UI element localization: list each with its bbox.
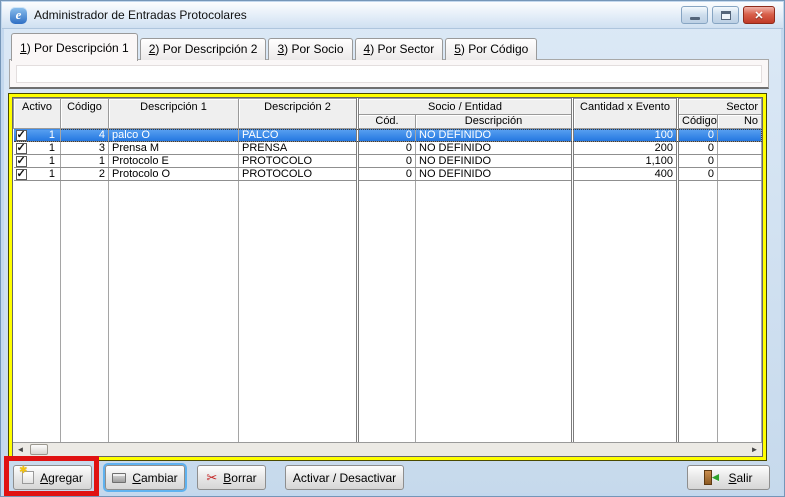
tab-page-panel	[9, 59, 769, 89]
cell-codigo: 1	[61, 155, 109, 168]
cell-socio-descripcion: NO DEFINIDO	[416, 155, 573, 168]
cell-descripcion-1: Protocolo O	[109, 168, 239, 181]
grid-body[interactable]: Activo Código Descripción 1 Descripción …	[13, 98, 762, 442]
cell-cantidad: 200	[573, 142, 678, 155]
cell-activo: ✓ 1	[14, 155, 61, 168]
borrar-label: Borrar	[223, 471, 256, 485]
cell-activo: ✓ 1	[14, 142, 61, 155]
col-header-cantidad-evento: Cantidad x Evento	[573, 99, 678, 129]
exit-door-icon: ◄	[704, 470, 722, 485]
cell-sector-no	[718, 168, 762, 181]
salir-label: Salir	[728, 471, 752, 485]
close-icon: ✕	[754, 9, 763, 22]
activar-desactivar-button[interactable]: Activar / Desactivar	[285, 465, 404, 490]
col-header-activo: Activo	[14, 99, 61, 129]
cell-descripcion-2: PROTOCOLO	[239, 155, 358, 168]
col-header-descripcion-2: Descripción 2	[239, 99, 358, 129]
tab-por-socio[interactable]: 3) Por Socio	[268, 38, 352, 60]
cambiar-label: Cambiar	[132, 471, 177, 485]
col-group-sector: Sector	[678, 99, 762, 115]
minimize-icon	[690, 17, 700, 20]
cell-socio-cod: 0	[358, 129, 416, 142]
cell-descripcion-2: PALCO	[239, 129, 358, 142]
cell-cantidad: 400	[573, 168, 678, 181]
tab-por-descripcion-2[interactable]: 2) Por Descripción 2	[140, 38, 267, 60]
checkbox-checked-icon[interactable]: ✓	[16, 130, 27, 141]
scroll-left-icon[interactable]: ◄	[14, 444, 27, 456]
scroll-right-icon[interactable]: ►	[748, 444, 761, 456]
cell-socio-cod: 0	[358, 142, 416, 155]
col-header-sector-no: No	[718, 115, 762, 129]
salir-button[interactable]: ◄ Salir	[687, 465, 770, 490]
maximize-button[interactable]	[712, 6, 739, 24]
cell-socio-descripcion: NO DEFINIDO	[416, 129, 573, 142]
checkbox-checked-icon[interactable]: ✓	[16, 169, 27, 180]
col-header-codigo: Código	[61, 99, 109, 129]
app-icon: e	[10, 7, 27, 24]
tab-bar: 1) Por Descripción 1 2) Por Descripción …	[11, 33, 539, 60]
col-group-socio-entidad: Socio / Entidad	[358, 99, 573, 115]
col-header-sector-codigo: Código	[678, 115, 718, 129]
table-row[interactable]: ✓ 1 2 Protocolo O PROTOCOLO 0 NO DEFINID…	[14, 168, 762, 181]
cell-codigo: 3	[61, 142, 109, 155]
cell-sector-no	[718, 142, 762, 155]
minimize-button[interactable]	[681, 6, 708, 24]
cell-descripcion-2: PROTOCOLO	[239, 168, 358, 181]
cell-sector-no	[718, 129, 762, 142]
table-row[interactable]: ✓ 1 4 palco O PALCO 0 NO DEFINIDO 100 0	[14, 129, 762, 142]
cell-activo: ✓ 1	[14, 129, 61, 142]
window-title: Administrador de Entradas Protocolares	[34, 8, 247, 22]
cell-socio-descripcion: NO DEFINIDO	[416, 142, 573, 155]
window-controls: ✕	[681, 6, 775, 24]
scissors-icon: ✂	[206, 471, 217, 484]
cell-descripcion-2: PRENSA	[239, 142, 358, 155]
title-bar[interactable]: e Administrador de Entradas Protocolares…	[2, 2, 783, 29]
agregar-button[interactable]: ✱ Agregar	[13, 465, 92, 490]
cell-sector-codigo: 0	[678, 142, 718, 155]
cell-cantidad: 100	[573, 129, 678, 142]
horizontal-scrollbar[interactable]: ◄ ►	[13, 442, 762, 456]
cell-socio-cod: 0	[358, 155, 416, 168]
maximize-icon	[721, 11, 731, 20]
cambiar-icon	[112, 473, 126, 483]
cell-codigo: 4	[61, 129, 109, 142]
cell-codigo: 2	[61, 168, 109, 181]
cell-cantidad: 1,100	[573, 155, 678, 168]
filter-input[interactable]	[16, 65, 762, 83]
scrollbar-thumb[interactable]	[30, 444, 48, 455]
cell-sector-no	[718, 155, 762, 168]
cell-descripcion-1: palco O	[109, 129, 239, 142]
cell-descripcion-1: Protocolo E	[109, 155, 239, 168]
entries-grid: Activo Código Descripción 1 Descripción …	[9, 94, 766, 460]
cell-sector-codigo: 0	[678, 168, 718, 181]
table-row[interactable]: ✓ 1 1 Protocolo E PROTOCOLO 0 NO DEFINID…	[14, 155, 762, 168]
activar-label: Activar / Desactivar	[293, 471, 396, 485]
tab-por-codigo[interactable]: 5) Por Código	[445, 38, 537, 60]
cell-activo: ✓ 1	[14, 168, 61, 181]
tab-por-sector[interactable]: 4) Por Sector	[355, 38, 444, 60]
tab-por-descripcion-1[interactable]: 1) Por Descripción 1	[11, 33, 138, 61]
cell-socio-cod: 0	[358, 168, 416, 181]
agregar-label: Agregar	[40, 471, 83, 485]
new-page-icon: ✱	[22, 471, 34, 484]
grid-empty-area	[14, 181, 762, 443]
cell-socio-descripcion: NO DEFINIDO	[416, 168, 573, 181]
cell-descripcion-1: Prensa M	[109, 142, 239, 155]
borrar-button[interactable]: ✂ Borrar	[197, 465, 266, 490]
checkbox-checked-icon[interactable]: ✓	[16, 156, 27, 167]
close-button[interactable]: ✕	[743, 6, 775, 24]
checkbox-checked-icon[interactable]: ✓	[16, 143, 27, 154]
cell-sector-codigo: 0	[678, 155, 718, 168]
cell-sector-codigo: 0	[678, 129, 718, 142]
cambiar-button[interactable]: Cambiar	[105, 465, 185, 490]
col-header-socio-descripcion: Descripción	[416, 115, 573, 129]
table-row[interactable]: ✓ 1 3 Prensa M PRENSA 0 NO DEFINIDO 200 …	[14, 142, 762, 155]
app-window: e Administrador de Entradas Protocolares…	[0, 0, 785, 497]
col-header-socio-cod: Cód.	[358, 115, 416, 129]
col-header-descripcion-1: Descripción 1	[109, 99, 239, 129]
